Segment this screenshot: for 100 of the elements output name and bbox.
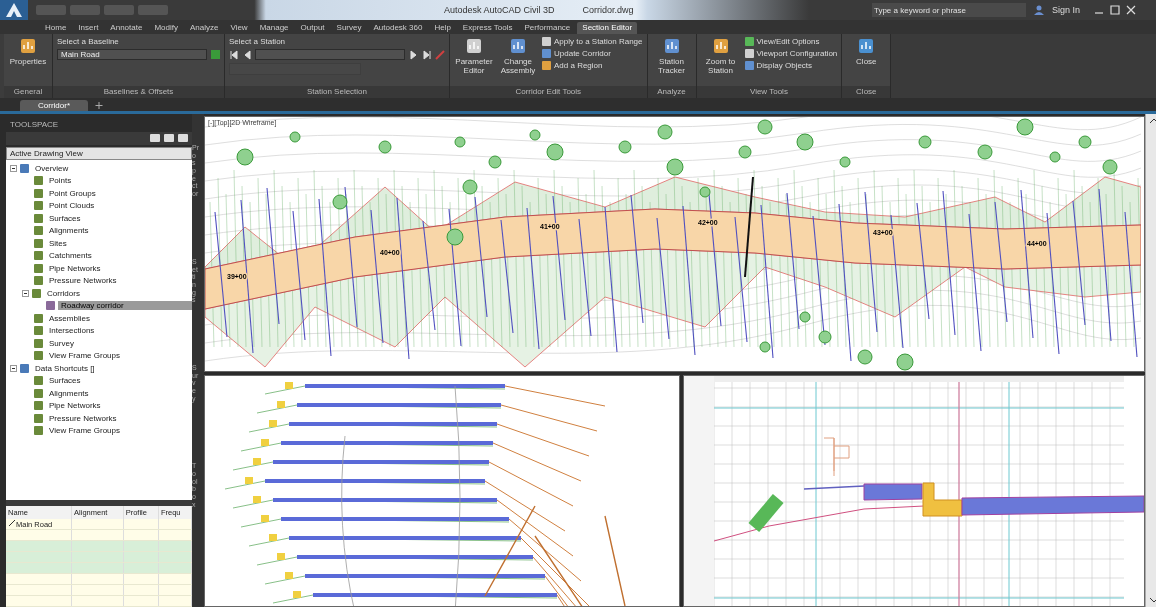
ribbon-tab[interactable]: Insert	[73, 22, 104, 34]
tree-node-icon	[34, 376, 43, 386]
tree-node-icon	[34, 413, 43, 423]
tree-node-icon	[34, 263, 43, 273]
panel-title: View Tools	[696, 86, 842, 98]
tree-item[interactable]: Intersections	[46, 326, 98, 336]
previous-icon[interactable]	[229, 49, 238, 60]
ribbon-tab[interactable]: Performance	[519, 22, 576, 34]
tree-item[interactable]: Pressure Networks	[46, 413, 120, 423]
tree-item[interactable]: Surfaces	[46, 376, 84, 386]
baseline-dropdown[interactable]: Main Road	[57, 49, 207, 60]
baseline-icon	[8, 519, 16, 527]
ribbon-tab[interactable]: View	[225, 22, 253, 34]
tree-item[interactable]: Point Groups	[46, 188, 99, 198]
tool-icon	[509, 37, 527, 55]
tree-node-icon	[34, 238, 43, 248]
tree-item[interactable]: Alignments	[46, 226, 92, 236]
tree-item[interactable]: Corridors	[44, 288, 83, 298]
tree-item[interactable]: Catchments	[46, 251, 95, 261]
ribbon-tab[interactable]: Section Editor	[577, 22, 638, 34]
file-name: Corridor.dwg	[582, 5, 634, 15]
ribbon-button[interactable]: Zoom to Station	[700, 37, 741, 75]
tree-item[interactable]: Pressure Networks	[46, 276, 120, 286]
ribbon-tab[interactable]: Help	[429, 22, 456, 34]
ribbon-tab[interactable]: Annotate	[105, 22, 148, 34]
ribbon-button[interactable]: Parameter Editor	[454, 37, 494, 75]
tree-item[interactable]: Pipe Networks	[46, 401, 104, 411]
palette-title: TOOLSPACE	[9, 119, 60, 131]
ribbon-tab[interactable]: Manage	[254, 22, 294, 34]
tree-item[interactable]: Data Shortcuts []	[32, 363, 98, 373]
tree-node-icon	[34, 213, 43, 223]
tree-node-icon	[34, 426, 43, 436]
document-tab[interactable]: Corridor*	[20, 100, 88, 111]
tool-icon	[662, 37, 681, 55]
ribbon-button[interactable]: Update Corridor	[542, 49, 643, 58]
tree-node-icon	[34, 176, 43, 186]
tree-node-icon	[34, 188, 43, 198]
tree-node-icon	[34, 338, 43, 348]
tree-node-icon	[20, 163, 29, 173]
ribbon-tab[interactable]: Home	[40, 22, 72, 34]
collapse-icon[interactable]	[10, 164, 17, 172]
previous-icon[interactable]	[242, 49, 251, 60]
tree-item[interactable]: Surfaces	[46, 213, 84, 223]
search-field[interactable]: Type a keyword or phrase	[871, 3, 1026, 17]
ribbon-button[interactable]: Close	[846, 37, 887, 66]
tree-node-icon	[34, 313, 43, 323]
tree-item[interactable]: View Frame Groups	[46, 351, 123, 361]
tree-node-icon	[46, 301, 55, 311]
ribbon-tab[interactable]: Output	[295, 22, 330, 34]
view-dropdown[interactable]: Active Drawing View	[6, 147, 192, 160]
tree-node-icon	[34, 401, 43, 411]
pick-station-icon	[435, 49, 445, 60]
next-icon[interactable]	[422, 49, 431, 60]
ribbon-button[interactable]: Display Objects	[744, 61, 838, 70]
collapse-icon[interactable]	[10, 364, 17, 372]
next-icon[interactable]	[409, 49, 418, 60]
tree-item[interactable]: Point Clouds	[46, 201, 98, 211]
tree-node-icon	[34, 226, 43, 236]
tree-item[interactable]: Alignments	[46, 388, 92, 398]
tree-item[interactable]: Sites	[46, 238, 70, 248]
ribbon-tab[interactable]: Express Tools	[457, 22, 518, 34]
tree-node-icon	[34, 251, 43, 261]
panel-title: Close	[842, 86, 891, 98]
collapse-icon[interactable]	[22, 289, 29, 297]
panel-title: General	[4, 86, 52, 98]
tree-item[interactable]: Survey	[46, 338, 77, 348]
utility-symbol	[823, 437, 850, 477]
panel-title: Baselines & Offsets	[53, 86, 224, 98]
tree-item[interactable]: Pipe Networks	[46, 263, 104, 273]
field-label: Select a Baseline	[57, 37, 120, 46]
ribbon-button[interactable]: View/Edit Options	[744, 37, 838, 46]
ribbon-button[interactable]: Station Tracker	[651, 37, 692, 75]
tool-icon	[711, 37, 730, 55]
sign-in-link[interactable]: Sign In	[1051, 5, 1080, 15]
ribbon-tab[interactable]: Analyze	[184, 22, 224, 34]
tree-item[interactable]: Points	[46, 176, 75, 186]
ribbon-button[interactable]: Properties	[8, 37, 48, 66]
tree-item[interactable]: Assemblies	[46, 313, 93, 323]
ribbon-tab[interactable]: Modify	[149, 22, 183, 34]
ribbon-button[interactable]: Viewport Configuration	[744, 49, 838, 58]
tool-icon	[857, 37, 876, 55]
tree-item[interactable]: Overview	[32, 163, 72, 173]
tree-node-icon	[20, 363, 29, 373]
ribbon-tab[interactable]: Survey	[331, 22, 367, 34]
tree-item[interactable]: Roadway corridor	[58, 301, 192, 311]
ribbon-button[interactable]: Add a Region	[542, 61, 643, 70]
tree-node-icon	[34, 326, 43, 336]
tree-node-icon	[34, 201, 43, 211]
user-icon	[1033, 5, 1044, 15]
panel-title: Analyze	[647, 86, 696, 98]
window-title: Autodesk AutoCAD Civil 3D	[444, 5, 555, 15]
add-icon	[211, 50, 220, 59]
close-icon[interactable]	[1126, 5, 1136, 15]
maximize-icon[interactable]	[1110, 5, 1120, 15]
ribbon-button[interactable]: Apply to a Station Range	[542, 37, 643, 46]
pavement-layer	[863, 483, 923, 501]
tree-node-icon	[34, 276, 43, 286]
ribbon-tab[interactable]: Autodesk 360	[368, 22, 428, 34]
tree-item[interactable]: View Frame Groups	[46, 426, 123, 436]
ribbon-button[interactable]: Change Assembly	[498, 37, 538, 75]
